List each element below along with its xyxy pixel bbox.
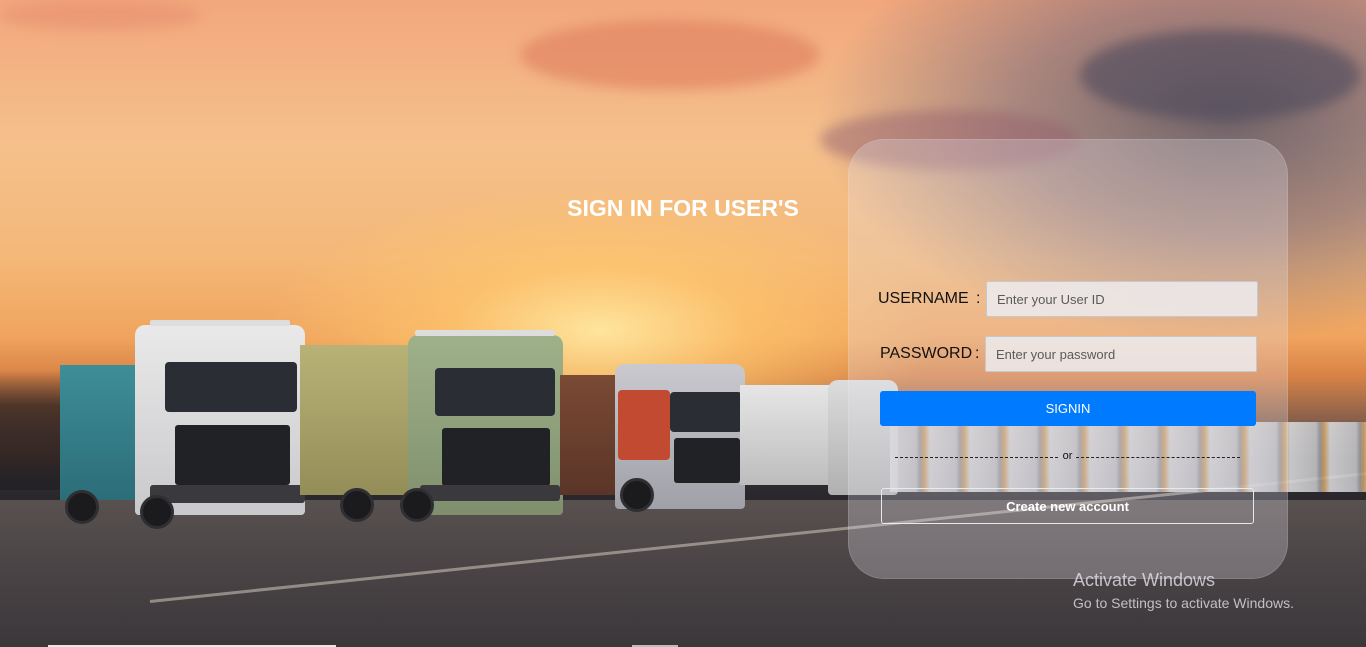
truck-windshield [165,362,297,412]
truck-white [55,320,315,530]
truck-trailer [300,345,415,495]
activate-windows-subtitle: Go to Settings to activate Windows. [1073,595,1294,611]
or-divider: or [895,450,1240,464]
create-account-button[interactable]: Create new account [881,488,1254,524]
truck-wheel [400,488,434,522]
signin-button[interactable]: SIGNIN [880,391,1256,426]
truck-door [618,390,670,460]
truck-trailer [740,385,835,485]
or-text: or [1062,450,1073,462]
truck-windshield [670,392,742,432]
password-label: PASSWORD [880,345,973,362]
truck-roof-lights [415,330,555,336]
activate-windows-title: Activate Windows [1073,570,1216,590]
truck-roof-lights [150,320,290,326]
password-input[interactable] [985,336,1257,372]
truck-green [300,330,565,525]
truck-wheel [140,495,174,529]
login-title: SIGN IN FOR USER'S [567,195,799,221]
truck-windshield [435,368,555,416]
username-input[interactable] [986,281,1258,317]
truck-grille [175,425,290,485]
truck-wheel [65,490,99,524]
cloud [520,20,820,90]
divider-line-left [895,457,1058,458]
username-label: USERNAME [878,290,969,307]
username-colon: : [976,290,981,307]
cloud [1080,30,1360,120]
cloud [0,0,200,30]
password-colon: : [975,345,980,362]
truck-grille [674,438,740,483]
truck-grille [442,428,550,486]
truck-red [560,360,750,515]
truck-bumper [420,485,560,501]
truck-wheel [620,478,654,512]
divider-line-right [1076,457,1240,458]
truck-bumper [150,485,305,503]
truck-wheel [340,488,374,522]
